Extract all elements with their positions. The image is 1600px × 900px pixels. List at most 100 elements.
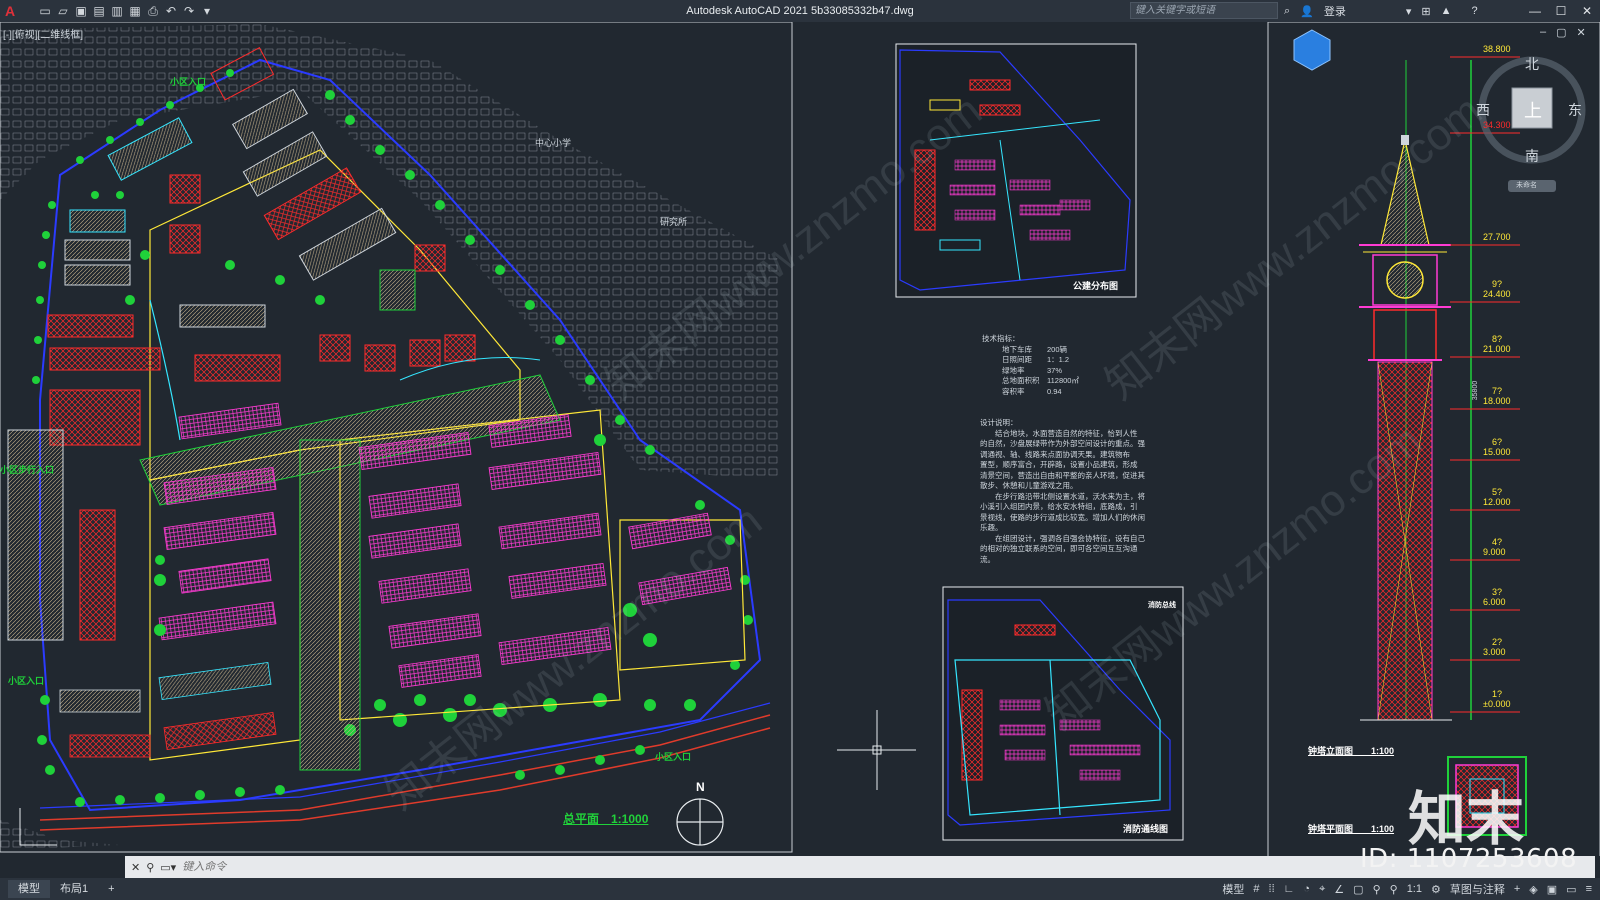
- technical-line: 容积率 0.94: [1002, 386, 1062, 396]
- elevation-label: 38.800: [1483, 44, 1511, 54]
- elevation-level-num: 2?: [1492, 637, 1503, 647]
- south-landscape-axis: [299, 439, 361, 771]
- tab-layout1[interactable]: 布局1: [50, 880, 98, 898]
- viewcube-west[interactable]: 西: [1476, 100, 1490, 120]
- viewcube-south[interactable]: 南: [1525, 146, 1539, 166]
- elevation-level-num: 5?: [1492, 487, 1503, 497]
- design-line: 流。: [980, 554, 995, 564]
- annotation-visibility-icon[interactable]: ⚲: [1373, 883, 1381, 896]
- autodesk-a360-icon[interactable]: ▲: [1441, 5, 1452, 17]
- commercial-strip: [79, 509, 116, 641]
- viewport-close-icon[interactable]: ✕: [1577, 26, 1586, 39]
- transparency-icon[interactable]: ▢: [1353, 883, 1363, 896]
- viewport-restore-icon[interactable]: ▢: [1556, 26, 1566, 39]
- close-icon[interactable]: ✕: [1574, 0, 1600, 22]
- inset-fire-title: 消防通线图: [1123, 824, 1169, 834]
- viewcube-north[interactable]: 北: [1525, 54, 1539, 74]
- plus-icon[interactable]: +: [1514, 883, 1520, 895]
- technical-heading: 技术指标：: [982, 334, 1020, 343]
- dropdown-icon[interactable]: ▾: [200, 4, 214, 18]
- window-controls: — ☐ ✕: [1522, 0, 1600, 22]
- title-right-tools: ⌕ 👤 登录 ▾ ⊞ ▲ ?: [1284, 0, 1478, 22]
- tower-plan-title: 钟塔平面图 1:100: [1308, 824, 1395, 834]
- scale-dropdown[interactable]: 1:1: [1407, 883, 1422, 895]
- elevation-label: 12.000: [1483, 497, 1511, 507]
- design-line: 清景空间，营造出自由和平整的亲人环境，促进其: [980, 470, 1145, 480]
- viewcube-top-label[interactable]: 上: [1524, 97, 1542, 123]
- quick-access-toolbar: ▭ ▱ ▣ ▤ ▥ ▦ ⎙ ↶ ↷ ▾: [38, 4, 214, 18]
- wcs-label[interactable]: 未命名: [1516, 180, 1537, 190]
- snap-icon[interactable]: ⁞⁞: [1269, 883, 1275, 895]
- model-space-button[interactable]: 模型: [1222, 881, 1244, 897]
- close-command-icon[interactable]: ✕: [131, 861, 140, 874]
- technical-line: 日照间距 1：1.2: [1002, 355, 1070, 364]
- elevation-label: 18.000: [1483, 396, 1511, 406]
- clock-tower-elevation: [1359, 60, 1472, 721]
- command-line-icons: ✕ ⚲ ▭▾: [125, 861, 182, 874]
- site-plan-title: 总平面 1:1000: [563, 812, 649, 826]
- drawing-svg: [0, 22, 1600, 856]
- elevation-level-num: 1?: [1492, 689, 1503, 699]
- design-line: 景视线，使路的步行道成比较宽。增加人们的休闲: [980, 512, 1145, 522]
- search-input[interactable]: 键入关键字或短语: [1130, 2, 1278, 19]
- drawing-canvas[interactable]: [-][俯视][二维线框] 小区入口 中心小学 研究所 小区步行入口 小区入口 …: [0, 22, 1600, 856]
- plot-icon[interactable]: ▥: [110, 4, 124, 18]
- command-input[interactable]: [182, 861, 583, 873]
- ortho-icon[interactable]: ∟: [1284, 883, 1295, 895]
- site-label-entry-north: 小区入口: [170, 77, 207, 87]
- hardware-accel-icon[interactable]: ▣: [1547, 883, 1557, 896]
- undo-icon[interactable]: ↶: [164, 4, 178, 18]
- viewcube-east[interactable]: 东: [1568, 100, 1582, 120]
- lineweight-icon[interactable]: ∠: [1334, 883, 1344, 896]
- minimize-icon[interactable]: —: [1522, 0, 1548, 22]
- polar-icon[interactable]: ◔: [1303, 883, 1310, 895]
- login-dropdown-icon[interactable]: ▾: [1406, 5, 1412, 18]
- add-layout-button[interactable]: +: [98, 880, 124, 898]
- print-icon[interactable]: ⎙: [146, 4, 160, 18]
- restore-icon[interactable]: ☐: [1548, 0, 1574, 22]
- tower-elevation-title: 钟塔立面图 1:100: [1308, 746, 1395, 756]
- search-icon[interactable]: ⌕: [1284, 5, 1290, 18]
- elevation-label: 21.000: [1483, 344, 1511, 354]
- site-label-pedestrian-entry: 小区步行入口: [0, 465, 55, 475]
- tab-model[interactable]: 模型: [8, 880, 50, 898]
- pedestrian-entry-plaza: [7, 429, 64, 641]
- elevation-level-num: 9?: [1492, 279, 1503, 289]
- save-icon[interactable]: ▣: [74, 4, 88, 18]
- redo-icon[interactable]: ↷: [182, 4, 196, 18]
- new-icon[interactable]: ▭: [38, 4, 52, 18]
- elevation-label: 34.300: [1483, 120, 1511, 130]
- settings-icon[interactable]: ⚙: [1431, 883, 1441, 896]
- cart-icon[interactable]: ⊞: [1421, 5, 1430, 18]
- osnap-icon[interactable]: ⌖: [1319, 883, 1325, 896]
- grid-icon[interactable]: #: [1253, 883, 1259, 895]
- site-label-entry-south: 小区入口: [655, 752, 692, 762]
- publish-icon[interactable]: ▦: [128, 4, 142, 18]
- saveas-icon[interactable]: ▤: [92, 4, 106, 18]
- site-label-school: 中心小学: [535, 138, 572, 148]
- login-button[interactable]: 登录: [1324, 3, 1346, 19]
- viewport-controls[interactable]: [-][俯视][二维线框]: [3, 26, 83, 41]
- design-line: 散步、休憩和儿童游戏之用。: [980, 481, 1078, 490]
- help-icon[interactable]: ?: [1472, 5, 1478, 17]
- customize-command-icon[interactable]: ⚲: [146, 861, 154, 874]
- elevation-label: 3.000: [1483, 647, 1506, 657]
- user-icon[interactable]: 👤: [1300, 5, 1314, 18]
- viewport-window-controls: – ▢ ✕: [1540, 26, 1586, 39]
- elevation-level-num: 8?: [1492, 334, 1503, 344]
- design-line: 小溪引入组团内景，给水安水特组，底路成，引: [980, 502, 1138, 511]
- status-bar: 模型 布局1 + 模型 # ⁞⁞ ∟ ◔ ⌖ ∠ ▢ ⚲ ⚲ 1:1 ⚙ 草图与…: [0, 878, 1600, 900]
- design-line: 置型，顺序富合，开辟路，设置小品建筑，形成: [980, 460, 1138, 469]
- customize-icon[interactable]: ≡: [1586, 883, 1592, 895]
- open-icon[interactable]: ▱: [56, 4, 70, 18]
- annotation-scale-icon[interactable]: ⚲: [1390, 883, 1398, 896]
- cloud-sync-icon[interactable]: [1293, 29, 1331, 71]
- elevation-level-num: 6?: [1492, 437, 1503, 447]
- recent-commands-icon[interactable]: ▭▾: [160, 861, 176, 874]
- workspace-dropdown[interactable]: 草图与注释: [1450, 881, 1505, 897]
- autocad-logo-icon[interactable]: A: [0, 0, 20, 22]
- inset-public-title: 公建分布图: [1073, 281, 1119, 291]
- isolate-icon[interactable]: ◈: [1529, 883, 1537, 896]
- viewport-minimize-icon[interactable]: –: [1540, 26, 1546, 39]
- fullscreen-icon[interactable]: ▭: [1566, 883, 1576, 896]
